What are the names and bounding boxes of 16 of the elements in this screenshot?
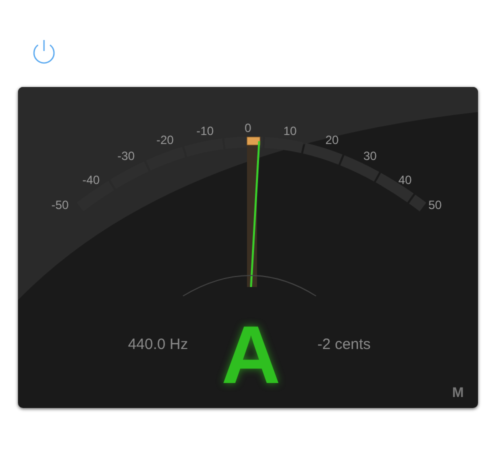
scale-label: -20 xyxy=(156,133,174,147)
scale-label: 50 xyxy=(428,198,442,212)
scale-label: -50 xyxy=(51,198,69,212)
frequency-reading: 440.0 Hz xyxy=(128,336,188,353)
scale-label: -10 xyxy=(196,124,214,138)
scale-label: 0 xyxy=(244,121,252,135)
scale-label: -30 xyxy=(117,149,135,163)
center-marker xyxy=(246,136,260,146)
scale-label: 20 xyxy=(325,133,339,147)
scale-label: 10 xyxy=(283,124,297,138)
scale-label: 30 xyxy=(363,149,377,163)
scale-label: 40 xyxy=(398,173,412,187)
scale-label: -40 xyxy=(82,173,100,187)
cents-reading: -2 cents xyxy=(317,336,371,353)
mode-label: M xyxy=(452,384,464,400)
note-name: A xyxy=(221,310,281,401)
